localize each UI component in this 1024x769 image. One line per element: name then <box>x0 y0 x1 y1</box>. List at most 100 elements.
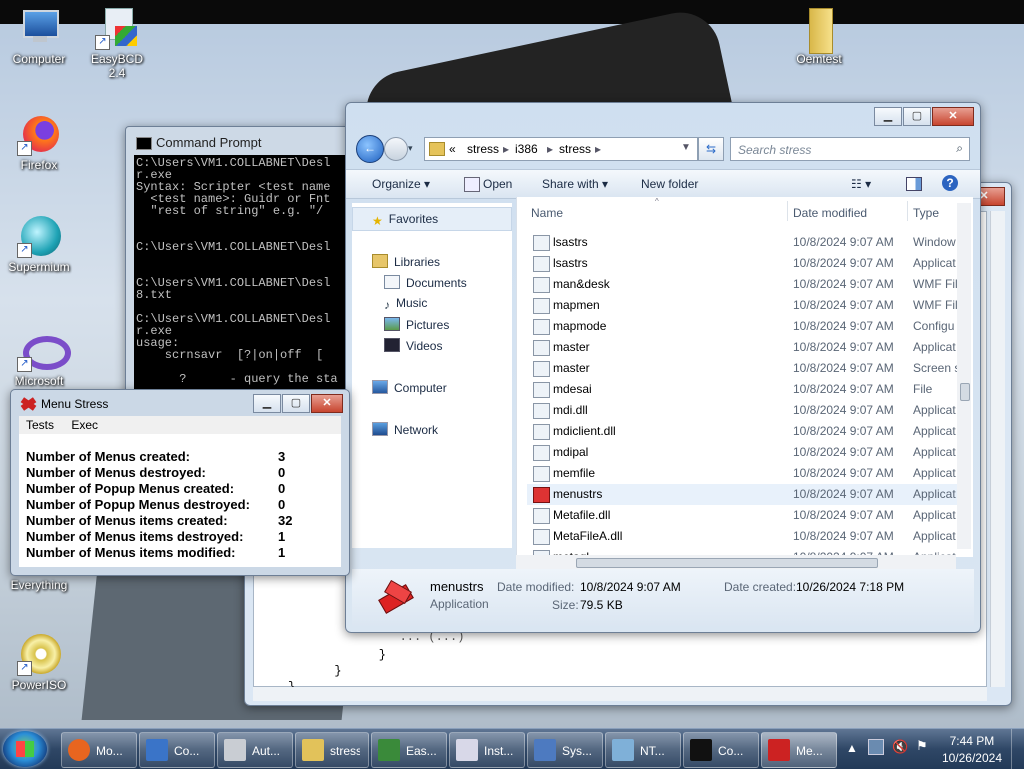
horizontal-scrollbar[interactable] <box>253 687 987 701</box>
file-row[interactable]: master 10/8/2024 9:07 AM Applicat <box>527 337 957 358</box>
nav-music[interactable]: ♪ Music <box>384 296 427 312</box>
file-list-vertical-scrollbar[interactable] <box>957 203 971 549</box>
explorer-window[interactable]: ▁ ▢ ✕ ← ▾ « stress ▸ i386 ▸ stress ▸ ▼ ⇆… <box>345 102 981 633</box>
file-row[interactable]: mapmen 10/8/2024 9:07 AM WMF Fil <box>527 295 957 316</box>
desktop-icon-easybcd[interactable]: ↗ EasyBCD 2.4 <box>82 6 152 80</box>
start-button[interactable] <box>3 731 47 767</box>
network-icon[interactable] <box>868 739 884 755</box>
search-input[interactable]: Search stress ⌕ <box>730 137 970 161</box>
nav-favorites[interactable]: ★ Favorites <box>372 212 438 228</box>
minimize-button[interactable]: ▁ <box>253 394 281 413</box>
column-header-name[interactable]: Name <box>531 206 563 220</box>
desktop-icon-poweriso[interactable]: ↗ PowerISO <box>4 632 74 692</box>
taskbar-button[interactable]: Mo... <box>61 732 137 768</box>
minimize-button[interactable]: ▁ <box>874 107 902 126</box>
show-hidden-icons-icon[interactable]: ▲ <box>846 741 858 755</box>
views-icon[interactable]: ☷ ▾ <box>851 177 871 191</box>
breadcrumb-item[interactable]: i386 <box>515 142 538 156</box>
recent-pages-chevron-icon[interactable]: ▾ <box>408 143 413 154</box>
taskbar-button[interactable]: Aut... <box>217 732 293 768</box>
nav-documents[interactable]: Documents <box>384 275 467 290</box>
taskbar-button[interactable]: Co... <box>683 732 759 768</box>
file-row[interactable]: mdipal 10/8/2024 9:07 AM Applicat <box>527 442 957 463</box>
new-folder-button[interactable]: New folder <box>641 177 698 191</box>
taskbar-button[interactable]: Inst... <box>449 732 525 768</box>
column-divider[interactable] <box>787 201 788 221</box>
nav-pictures[interactable]: Pictures <box>384 317 449 332</box>
file-row[interactable]: mdesai 10/8/2024 9:07 AM File <box>527 379 957 400</box>
file-row[interactable]: mdiclient.dll 10/8/2024 9:07 AM Applicat <box>527 421 957 442</box>
file-row[interactable]: mdi.dll 10/8/2024 9:07 AM Applicat <box>527 400 957 421</box>
clock[interactable]: 7:44 PM 10/26/2024 <box>942 733 1002 767</box>
open-button[interactable]: Open <box>483 177 512 191</box>
forward-button[interactable] <box>384 137 408 161</box>
close-button[interactable]: ✕ <box>311 394 343 413</box>
file-type: Applicat <box>913 487 956 501</box>
file-row[interactable]: menustrs 10/8/2024 9:07 AM Applicat <box>527 484 957 505</box>
address-bar[interactable]: « stress ▸ i386 ▸ stress ▸ ▼ <box>424 137 698 161</box>
taskbar-button[interactable]: Co... <box>139 732 215 768</box>
taskbar-button[interactable]: Me... <box>761 732 837 768</box>
show-desktop-button[interactable] <box>1011 729 1024 769</box>
file-icon <box>533 319 550 335</box>
taskbar-button[interactable]: NT... <box>605 732 681 768</box>
column-header-type[interactable]: Type <box>913 206 939 220</box>
breadcrumb-separator-icon[interactable]: ▸ <box>595 142 601 156</box>
file-row[interactable]: man&desk 10/8/2024 9:07 AM WMF Fil <box>527 274 957 295</box>
desktop-icon-computer[interactable]: Computer <box>4 6 74 66</box>
taskbar-button[interactable]: stress <box>295 732 369 768</box>
breadcrumb-item[interactable]: stress <box>559 142 591 156</box>
file-row[interactable]: lsastrs 10/8/2024 9:07 AM Applicat <box>527 253 957 274</box>
desktop-icon-firefox[interactable]: ↗ Firefox <box>4 112 74 172</box>
file-name: master <box>553 361 590 375</box>
maximize-button[interactable]: ▢ <box>282 394 310 413</box>
address-dropdown-icon[interactable]: ▼ <box>681 142 691 153</box>
action-center-flag-icon[interactable]: ⚑ <box>916 738 928 754</box>
menu-stress-window[interactable]: Menu Stress ▁ ▢ ✕ Tests Exec Number of M… <box>10 389 350 576</box>
breadcrumb-overflow[interactable]: « <box>449 142 456 156</box>
column-divider[interactable] <box>907 201 908 221</box>
help-icon[interactable]: ? <box>942 175 958 191</box>
file-date: 10/8/2024 9:07 AM <box>793 424 894 438</box>
desktop-icon-everything[interactable]: Everything <box>4 578 74 592</box>
file-row[interactable]: master 10/8/2024 9:07 AM Screen s <box>527 358 957 379</box>
file-row[interactable]: mapmode 10/8/2024 9:07 AM Configu <box>527 316 957 337</box>
file-list-horizontal-scrollbar[interactable] <box>516 555 956 569</box>
vertical-scrollbar[interactable] <box>990 211 1005 687</box>
refresh-icon[interactable]: ⇆ <box>698 137 724 161</box>
share-with-button[interactable]: Share with ▾ <box>542 177 608 191</box>
scrollbar-thumb[interactable] <box>576 558 878 568</box>
volume-muted-icon[interactable]: 🔇 <box>892 739 908 755</box>
file-row[interactable]: MetaFileA.dll 10/8/2024 9:07 AM Applicat <box>527 526 957 547</box>
console-output[interactable]: C:\Users\VM1.COLLABNET\Desl r.exe Syntax: … <box>134 155 376 397</box>
scrollbar-thumb[interactable] <box>960 383 970 401</box>
breadcrumb-item[interactable]: stress <box>467 142 499 156</box>
menu-exec[interactable]: Exec <box>64 416 105 432</box>
menu-tests[interactable]: Tests <box>19 416 61 432</box>
file-list[interactable]: ^ Name Date modified Type lsastrs 10/8/20… <box>516 197 973 566</box>
column-header-date[interactable]: Date modified <box>793 206 867 220</box>
nav-videos[interactable]: Videos <box>384 338 442 353</box>
folder-icon <box>302 739 324 761</box>
command-prompt-window[interactable]: Command Prompt C:\Users\VM1.COLLABNET\De… <box>125 126 377 398</box>
file-row[interactable]: lsastrs 10/8/2024 9:07 AM Window <box>527 232 957 253</box>
desktop-icon-oemtest[interactable]: Oemtest <box>784 6 854 66</box>
taskbar-button[interactable]: Sys... <box>527 732 603 768</box>
organize-button[interactable]: Organize ▾ <box>372 177 430 191</box>
breadcrumb-separator-icon[interactable]: ▸ <box>547 142 553 156</box>
file-row[interactable]: Metafile.dll 10/8/2024 9:07 AM Applicat <box>527 505 957 526</box>
close-button[interactable]: ✕ <box>932 107 974 126</box>
nav-network[interactable]: Network <box>372 422 438 437</box>
maximize-button[interactable]: ▢ <box>903 107 931 126</box>
taskbar-button[interactable]: Eas... <box>371 732 447 768</box>
breadcrumb-separator-icon[interactable]: ▸ <box>503 142 509 156</box>
nav-computer[interactable]: Computer <box>372 380 447 395</box>
desktop-icon-supermium[interactable]: ↗ Supermium <box>4 214 74 274</box>
desktop-icon-microsoft[interactable]: ↗ Microsoft <box>4 328 74 388</box>
preview-pane-icon[interactable] <box>906 177 922 191</box>
back-button[interactable]: ← <box>356 135 384 163</box>
firefox-icon <box>68 739 90 761</box>
nav-libraries[interactable]: Libraries <box>372 254 440 269</box>
search-icon[interactable]: ⌕ <box>956 141 963 156</box>
file-row[interactable]: memfile 10/8/2024 9:07 AM Applicat <box>527 463 957 484</box>
